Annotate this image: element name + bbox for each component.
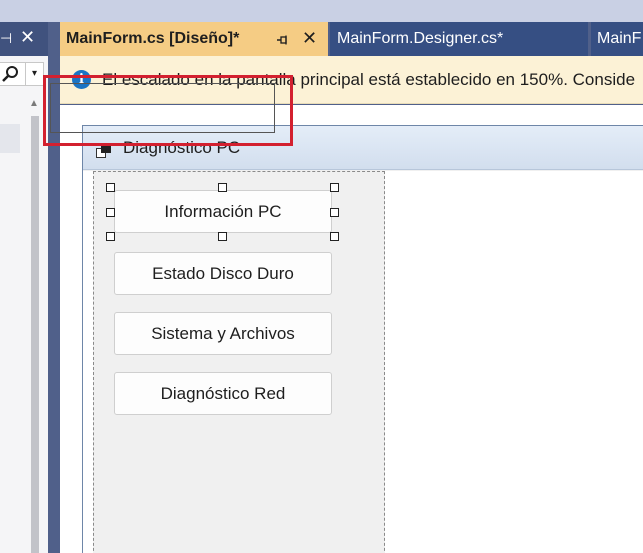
tab-label: MainForm.Designer.cs* [337,30,504,47]
tab-mainform-design[interactable]: MainForm.cs [Diseño]* ✕ [60,22,328,56]
toolbox-selected-item[interactable] [0,124,20,153]
toolbox-search-input[interactable]: ▾ [0,62,44,86]
resize-handle-bottom[interactable] [218,232,227,241]
tab-label: MainForm.cs [Diseño]* [66,30,240,47]
form-title: Diagnóstico PC [123,138,241,157]
tab-label: MainF [597,30,642,47]
scroll-up-icon[interactable]: ▲ [29,98,39,109]
chevron-down-icon[interactable]: ▾ [25,63,43,85]
search-icon[interactable] [0,65,20,87]
toolbox-header: ⊣ ✕ [0,22,48,56]
resize-handle-bottom-left[interactable] [106,232,115,241]
resize-handle-top[interactable] [218,183,227,192]
sistema-y-archivos-button[interactable]: Sistema y Archivos [114,312,332,355]
dpi-scaling-info-bar: i El escalado en la pantalla principal e… [60,56,643,104]
pin-icon[interactable]: ⊣ [0,30,12,47]
resize-handle-left[interactable] [106,208,115,217]
info-message: El escalado en la pantalla principal est… [102,70,636,89]
diagnostico-red-button[interactable]: Diagnóstico Red [114,372,332,415]
estado-disco-duro-button[interactable]: Estado Disco Duro [114,252,332,295]
pin-icon[interactable] [276,22,288,56]
buttons-panel[interactable]: Información PC Estado Disco Duro Sistema… [93,171,385,553]
resize-handle-bottom-right[interactable] [330,232,339,241]
tab-mainform-designer-cs[interactable]: MainForm.Designer.cs* [330,22,588,56]
resize-handle-top-right[interactable] [330,183,339,192]
info-icon: i [72,70,91,89]
visual-studio-window: ⊣ ✕ ▾ ▲ MainForm.cs [Diseño]* ✕ MainForm… [0,0,643,553]
close-icon[interactable]: ✕ [302,22,317,56]
form-diagnostico-pc[interactable]: Diagnóstico PC Información PC Estado Dis… [82,125,643,553]
close-icon[interactable]: ✕ [20,27,35,48]
form-window-icon [96,143,116,159]
form-client-area[interactable]: Información PC Estado Disco Duro Sistema… [83,171,643,553]
toolbox-scrollbar[interactable]: ▲ [26,96,44,553]
toolbox-panel: ⊣ ✕ ▾ ▲ [0,22,48,553]
resize-handle-top-left[interactable] [106,183,115,192]
resize-handle-right[interactable] [330,208,339,217]
designer-surface[interactable]: Diagnóstico PC Información PC Estado Dis… [60,105,643,553]
informacion-pc-button[interactable]: Información PC [114,190,332,233]
tab-mainform-overflow[interactable]: MainF [591,22,643,56]
scrollbar-thumb[interactable] [31,116,39,553]
title-strip [0,0,643,22]
form-title-bar[interactable]: Diagnóstico PC [83,126,643,170]
